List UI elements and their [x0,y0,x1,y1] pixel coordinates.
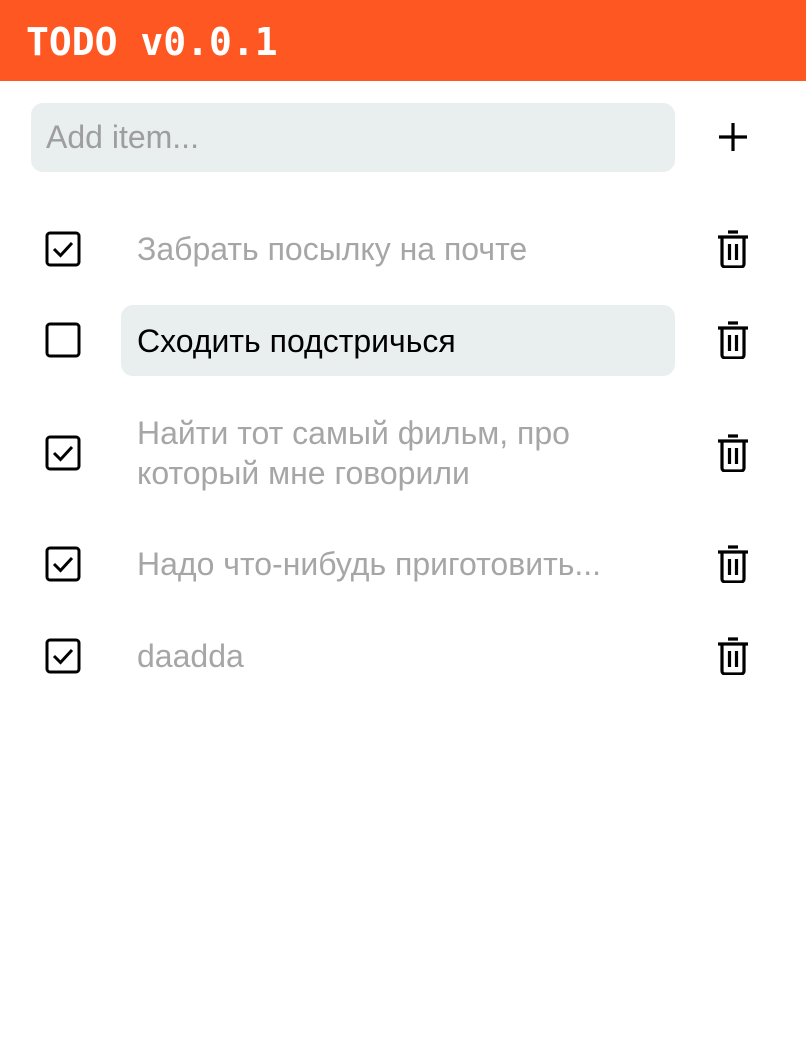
todo-checkbox[interactable] [36,629,90,683]
checkbox-checked-icon [45,638,81,674]
todo-item: Забрать посылку на почте [0,221,806,277]
trash-icon [718,545,748,583]
app-title: TODO v0.0.1 [26,20,278,64]
trash-icon [718,434,748,472]
checkbox-checked-icon [45,231,81,267]
plus-icon [719,123,747,151]
todo-text[interactable]: Надо что-нибудь приготовить... [121,536,675,592]
delete-button[interactable] [706,537,760,591]
delete-button[interactable] [706,426,760,480]
todo-checkbox[interactable] [36,222,90,276]
todo-text[interactable]: Найти тот самый фильм, про который мне г… [121,412,675,494]
delete-button[interactable] [706,629,760,683]
checkbox-checked-icon [45,546,81,582]
add-item-input[interactable] [31,103,675,172]
todo-checkbox[interactable] [36,426,90,480]
todo-text[interactable]: daadda [121,628,675,684]
todo-checkbox[interactable] [36,313,90,367]
add-item-button[interactable] [704,108,762,166]
delete-button[interactable] [706,222,760,276]
todo-item: Надо что-нибудь приготовить... [0,536,806,592]
delete-button[interactable] [706,313,760,367]
checkbox-checked-icon [45,435,81,471]
todo-text[interactable]: Забрать посылку на почте [121,221,675,277]
todo-text[interactable]: Сходить подстричься [121,305,675,376]
app-header: TODO v0.0.1 [0,0,806,81]
trash-icon [718,230,748,268]
todo-item: Сходить подстричься [0,305,806,376]
trash-icon [718,321,748,359]
checkbox-empty-icon [45,322,81,358]
todo-item: daadda [0,628,806,684]
todo-item: Найти тот самый фильм, про который мне г… [0,412,806,494]
todo-checkbox[interactable] [36,537,90,591]
trash-icon [718,637,748,675]
